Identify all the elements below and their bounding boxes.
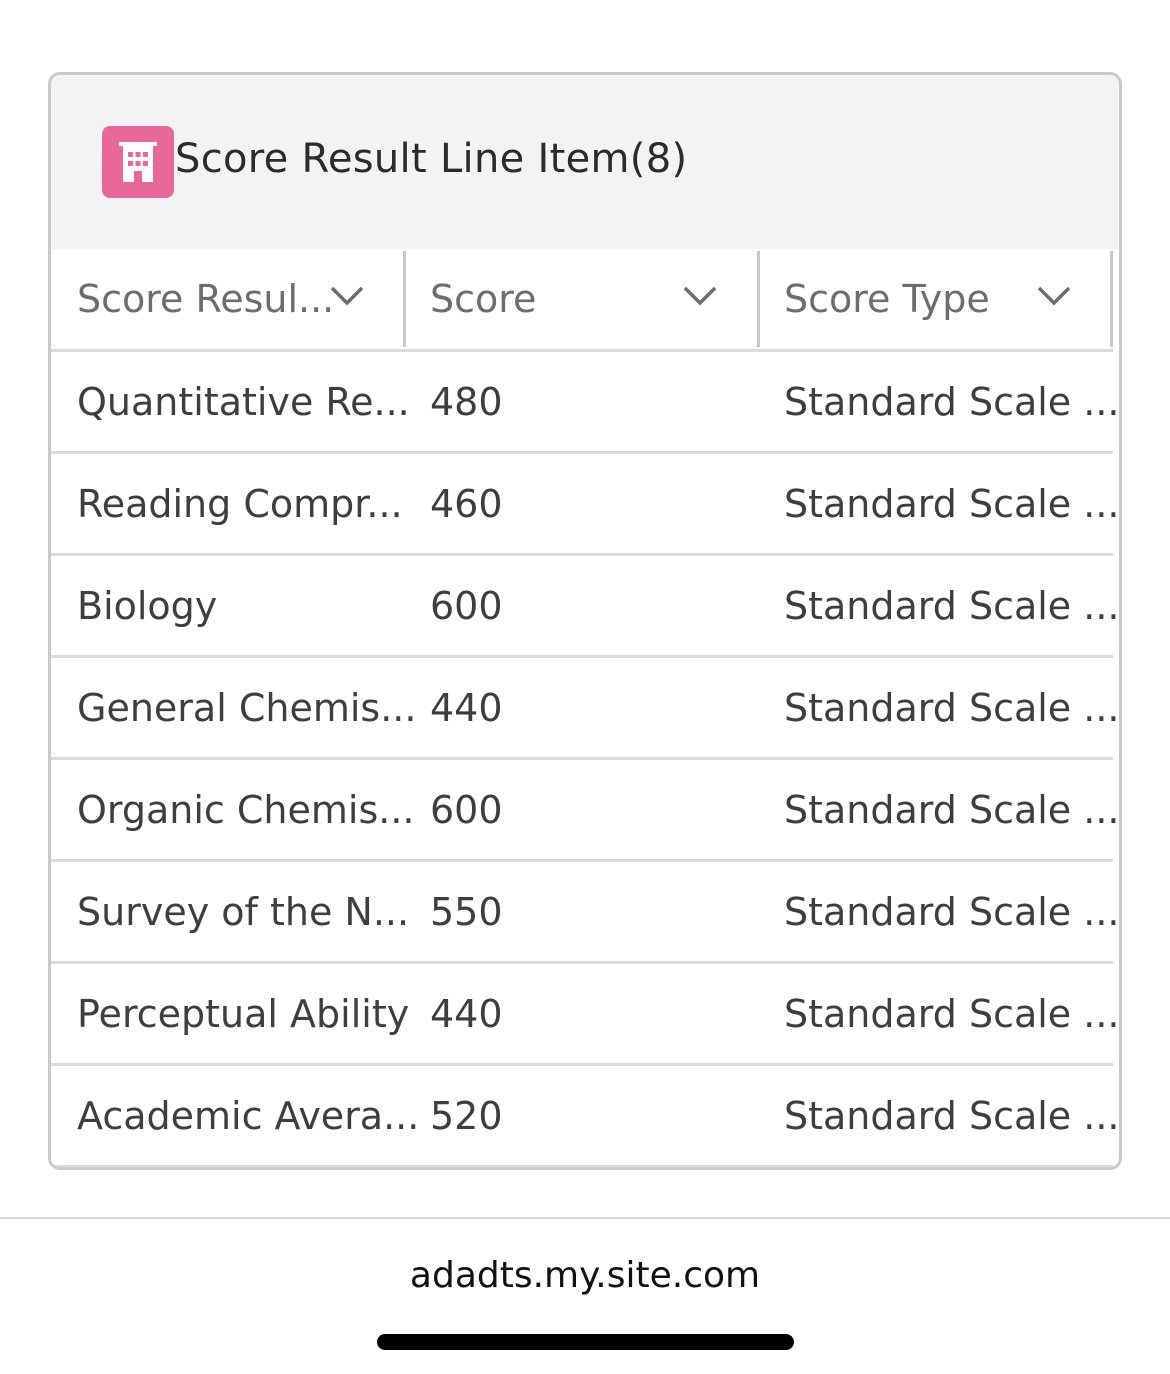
related-list-card: Score Result Line Item(8) Score Resul...… bbox=[48, 72, 1122, 1170]
cell-score-type: Standard Scale ... bbox=[784, 991, 1120, 1036]
column-resize-handle[interactable] bbox=[1110, 251, 1113, 347]
cell-score-result[interactable]: Quantitative Re... bbox=[77, 352, 410, 451]
cell-score: 440 bbox=[430, 685, 503, 730]
column-header-label: Score Type bbox=[784, 277, 990, 321]
cell-score: 480 bbox=[430, 379, 503, 424]
cell-score: 460 bbox=[430, 481, 503, 526]
cell-score-type: Standard Scale ... bbox=[784, 1093, 1120, 1138]
table-row[interactable]: Quantitative Re... 480 Standard Scale ..… bbox=[51, 352, 1119, 454]
column-header-score-result[interactable]: Score Resul... bbox=[77, 249, 407, 349]
chevron-down-icon[interactable] bbox=[1036, 285, 1072, 307]
cell-score: 600 bbox=[430, 787, 503, 832]
cell-score-type: Standard Scale ... bbox=[784, 889, 1120, 934]
cell-score-result[interactable]: General Chemis... bbox=[77, 658, 416, 757]
cell-score: 550 bbox=[430, 889, 503, 934]
score-table: Score Resul... Score Score Type Quantita… bbox=[51, 249, 1119, 1167]
cell-score-result[interactable]: Organic Chemis... bbox=[77, 760, 415, 859]
column-resize-handle[interactable] bbox=[757, 251, 760, 347]
chevron-down-icon[interactable] bbox=[682, 285, 718, 307]
cell-score-result[interactable]: Survey of the N... bbox=[77, 862, 409, 961]
cell-score: 440 bbox=[430, 991, 503, 1036]
table-row[interactable]: Survey of the N... 550 Standard Scale ..… bbox=[51, 862, 1119, 964]
cell-score-type: Standard Scale ... bbox=[784, 787, 1120, 832]
address-bar-url[interactable]: adadts.my.site.com bbox=[0, 1255, 1170, 1296]
table-row[interactable]: Reading Compr... 460 Standard Scale ... bbox=[51, 454, 1119, 556]
cell-score-type: Standard Scale ... bbox=[784, 379, 1120, 424]
table-row[interactable]: Academic Avera... 520 Standard Scale ... bbox=[51, 1066, 1119, 1167]
cell-score: 520 bbox=[430, 1093, 503, 1138]
cell-score-type: Standard Scale ... bbox=[784, 583, 1120, 628]
column-header-label: Score Resul... bbox=[77, 277, 335, 321]
column-header-label: Score bbox=[430, 277, 537, 321]
chevron-down-icon[interactable] bbox=[329, 285, 365, 307]
cell-score-result[interactable]: Perceptual Ability bbox=[77, 964, 409, 1063]
home-indicator[interactable] bbox=[377, 1334, 794, 1350]
column-resize-handle[interactable] bbox=[403, 251, 406, 347]
table-row[interactable]: General Chemis... 440 Standard Scale ... bbox=[51, 658, 1119, 760]
cell-score-type: Standard Scale ... bbox=[784, 685, 1120, 730]
column-header-score-type[interactable]: Score Type bbox=[784, 249, 1114, 349]
cell-score-result[interactable]: Reading Compr... bbox=[77, 454, 403, 553]
cell-score-type: Standard Scale ... bbox=[784, 481, 1120, 526]
table-row[interactable]: Perceptual Ability 440 Standard Scale ..… bbox=[51, 964, 1119, 1066]
cell-score-result[interactable]: Biology bbox=[77, 556, 217, 655]
card-header: Score Result Line Item(8) bbox=[51, 75, 1119, 249]
cell-score-result[interactable]: Academic Avera... bbox=[77, 1066, 419, 1165]
browser-toolbar-divider bbox=[0, 1217, 1170, 1219]
table-header: Score Resul... Score Score Type bbox=[51, 249, 1113, 352]
column-header-score[interactable]: Score bbox=[430, 249, 760, 349]
card-title[interactable]: Score Result Line Item(8) bbox=[175, 135, 687, 183]
table-row[interactable]: Biology 600 Standard Scale ... bbox=[51, 556, 1119, 658]
cell-score: 600 bbox=[430, 583, 503, 628]
building-icon bbox=[102, 126, 174, 198]
table-row[interactable]: Organic Chemis... 600 Standard Scale ... bbox=[51, 760, 1119, 862]
